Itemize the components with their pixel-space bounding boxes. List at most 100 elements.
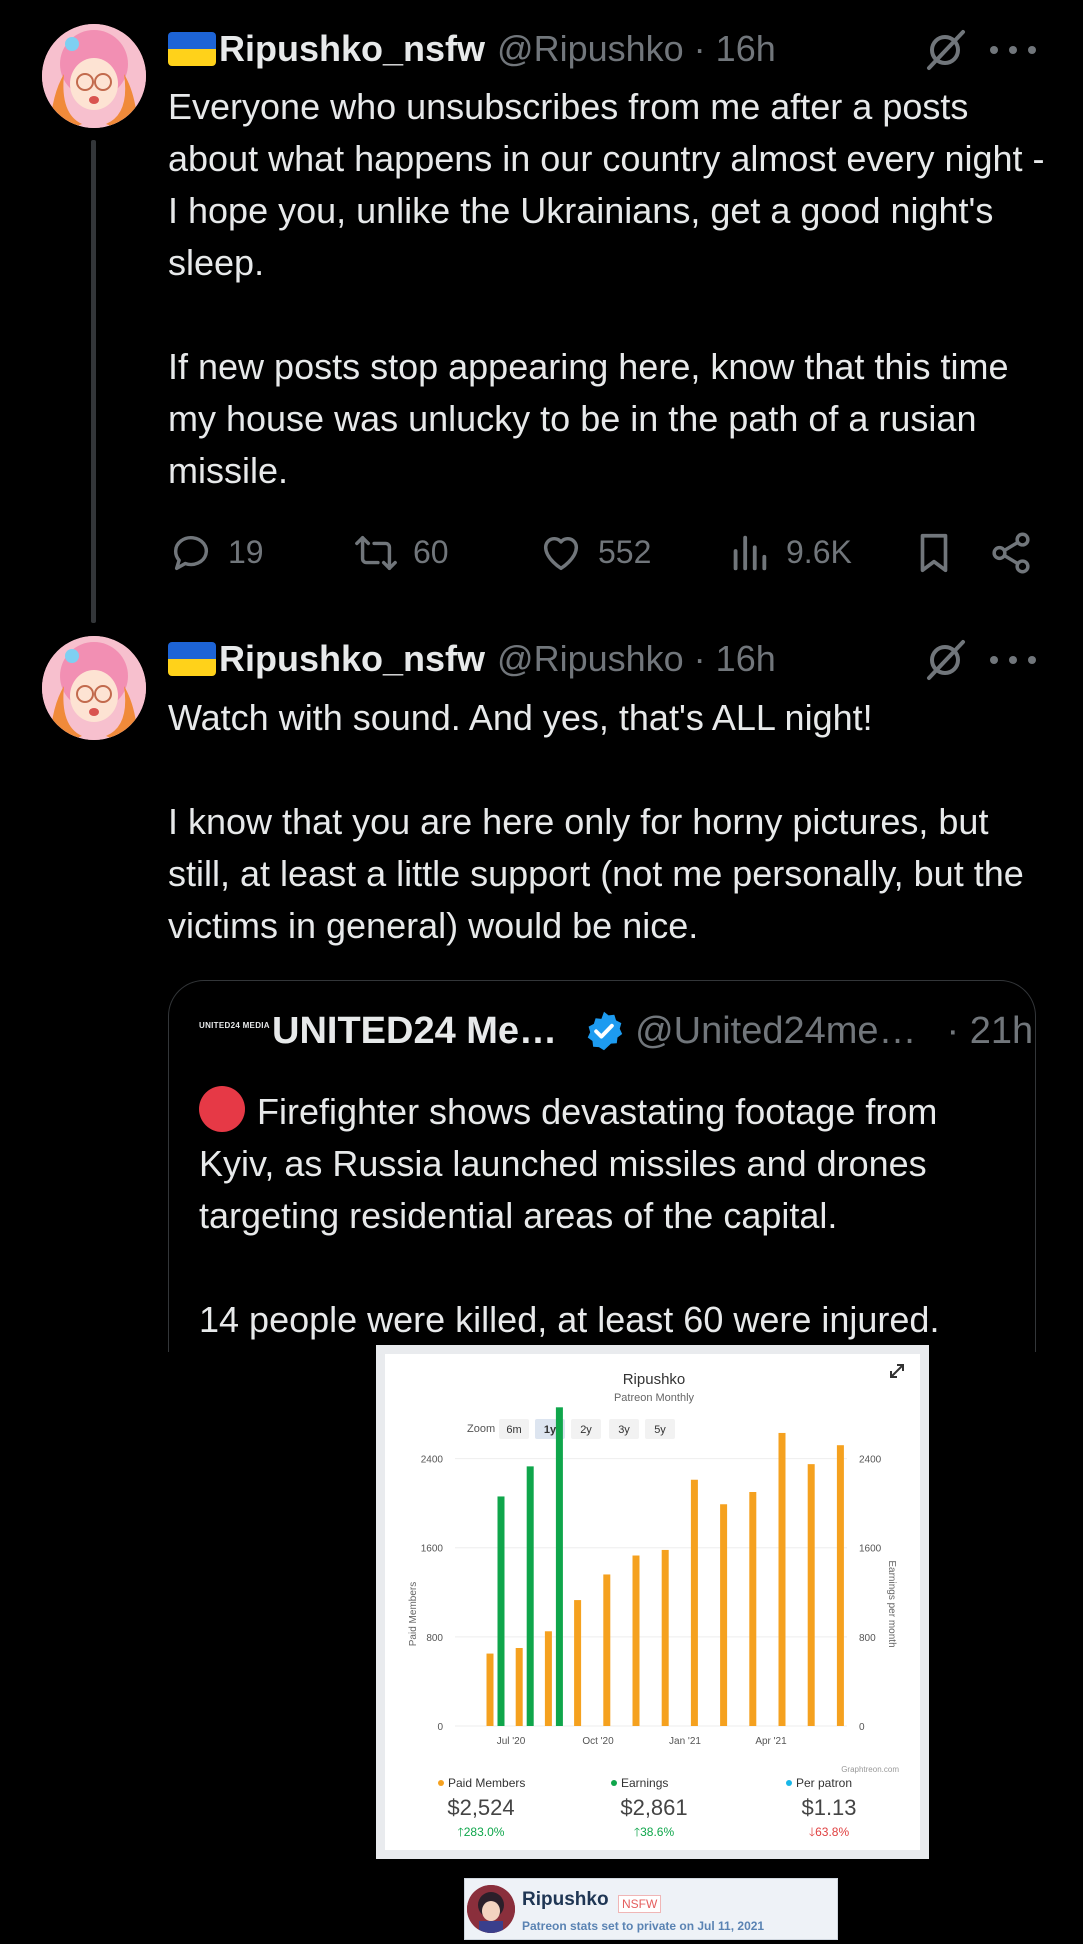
like-button[interactable]: 552 <box>538 525 651 580</box>
tweet-paragraph: If new posts stop appearing here, know t… <box>168 346 1009 491</box>
verified-icon <box>587 1011 623 1051</box>
quote-handle[interactable]: @United24me… <box>635 1010 916 1053</box>
legend-dot <box>438 1780 444 1786</box>
y-tick-right: 0 <box>859 1722 865 1733</box>
bookmark-button[interactable] <box>911 525 971 580</box>
bar-paid-members[interactable] <box>778 1432 786 1726</box>
reply-count: 19 <box>228 534 264 570</box>
patreon-chart-image[interactable]: Ripushko Patreon Monthly Zoom 6m 1y 2y 3y 5y… <box>376 1345 929 1859</box>
zoom-option-label: 2y <box>580 1424 592 1436</box>
grok-icon[interactable] <box>921 26 969 74</box>
ukraine-flag-icon <box>168 32 216 66</box>
legend-label[interactable]: Earnings <box>621 1776 668 1790</box>
tweet-text: Watch with sound. And yes, that's ALL ni… <box>168 692 1048 952</box>
bar-earnings[interactable] <box>497 1496 505 1726</box>
zoom-label: Zoom <box>467 1423 495 1435</box>
profile-name[interactable]: Ripushko <box>522 1889 609 1911</box>
patreon-profile-strip[interactable]: Ripushko NSFW Patreon stats set to priva… <box>464 1878 838 1940</box>
tweet-header: Ripushko_nsfw @Ripushko · 16h <box>168 27 776 71</box>
bar-paid-members[interactable] <box>574 1600 582 1726</box>
change-up: 🡑38.6% <box>634 1825 675 1839</box>
zoom-option-label: 1y <box>544 1424 557 1436</box>
legend-dot <box>786 1780 792 1786</box>
tweet-1[interactable]: Ripushko_nsfw @Ripushko · 16h Everyone w… <box>0 0 1083 623</box>
chart-subtitle: Patreon Monthly <box>614 1392 695 1404</box>
quote-timestamp[interactable]: · 21h <box>947 1010 1034 1053</box>
tweet-paragraph: Everyone who unsubscribes from me after … <box>168 86 1045 283</box>
bar-earnings[interactable] <box>526 1466 534 1726</box>
more-icon[interactable] <box>990 650 1036 670</box>
expand-icon[interactable] <box>888 1362 906 1380</box>
quote-text: Firefighter shows devastating footage fr… <box>199 1086 1019 1346</box>
x-tick-label: Apr '21 <box>755 1736 787 1747</box>
views-count: 9.6K <box>786 534 852 570</box>
views-button[interactable]: 9.6K <box>726 525 852 580</box>
reply-icon <box>173 535 209 570</box>
quote-paragraph: 14 people were killed, at least 60 were … <box>199 1299 940 1340</box>
bar-paid-members[interactable] <box>486 1653 494 1726</box>
bar-paid-members[interactable] <box>515 1648 523 1726</box>
united24-logo[interactable]: UNITED24 MEDIA <box>199 1021 270 1041</box>
profile-note: Patreon stats set to private on Jul 11, … <box>522 1919 765 1933</box>
summary-value: $1.13 <box>801 1795 856 1820</box>
patreon-chart: Ripushko Patreon Monthly Zoom 6m 1y 2y 3y 5y… <box>408 1371 899 1839</box>
x-tick-label: Oct '20 <box>582 1736 614 1747</box>
x-tick-label: Jan '21 <box>669 1736 701 1747</box>
bar-paid-members[interactable] <box>836 1445 844 1726</box>
share-icon <box>992 531 1030 574</box>
bar-paid-members[interactable] <box>632 1555 640 1726</box>
separator: · <box>693 638 706 679</box>
bar-paid-members[interactable] <box>690 1479 698 1726</box>
legend-label[interactable]: Per patron <box>796 1776 852 1790</box>
bar-earnings[interactable] <box>555 1407 563 1726</box>
x-tick-label: Jul '20 <box>497 1736 526 1747</box>
quote-paragraph: Firefighter shows devastating footage fr… <box>199 1086 1019 1242</box>
legend-dot <box>611 1780 617 1786</box>
more-icon[interactable] <box>990 40 1036 60</box>
zoom-option-label: 6m <box>506 1424 521 1436</box>
bar-paid-members[interactable] <box>661 1549 669 1726</box>
bar-paid-members[interactable] <box>749 1492 757 1726</box>
like-icon <box>543 536 579 570</box>
change-down: 🡓63.8% <box>809 1825 850 1839</box>
grok-icon[interactable] <box>921 636 969 684</box>
avatar[interactable] <box>42 24 146 128</box>
bar-paid-members[interactable] <box>544 1631 552 1726</box>
y-tick-left: 2400 <box>421 1455 444 1466</box>
y-tick-right: 2400 <box>859 1455 882 1466</box>
display-name[interactable]: Ripushko_nsfw <box>219 638 485 680</box>
tweet-header: Ripushko_nsfw @Ripushko · 16h <box>168 637 776 681</box>
display-name[interactable]: Ripushko_nsfw <box>219 28 485 70</box>
quote-display-name[interactable]: UNITED24 Me… <box>272 1010 557 1053</box>
bar-paid-members[interactable] <box>720 1504 728 1726</box>
y-tick-left: 1600 <box>421 1544 444 1555</box>
tweet-paragraph: I know that you are here only for horny … <box>168 801 1024 946</box>
y-tick-right: 1600 <box>859 1544 882 1555</box>
zoom-option-label: 5y <box>654 1424 666 1436</box>
timestamp[interactable]: 16h <box>716 28 776 70</box>
handle[interactable]: @Ripushko <box>497 638 684 680</box>
timestamp[interactable]: 16h <box>716 638 776 680</box>
avatar[interactable] <box>42 636 146 740</box>
summary-value: $2,524 <box>447 1795 514 1820</box>
ukraine-flag-icon <box>168 642 216 676</box>
y-tick-left: 0 <box>437 1722 443 1733</box>
nsfw-badge: NSFW <box>618 1895 662 1913</box>
bar-paid-members[interactable] <box>807 1464 815 1726</box>
chart-title: Ripushko <box>623 1371 686 1388</box>
profile-avatar <box>467 1885 515 1933</box>
red-circle-icon <box>199 1086 245 1132</box>
share-button[interactable] <box>988 525 1048 580</box>
y-axis-label-right: Earnings per month <box>886 1560 897 1647</box>
tweet-text: Everyone who unsubscribes from me after … <box>168 81 1048 497</box>
like-count: 552 <box>598 534 652 570</box>
bar-paid-members[interactable] <box>603 1574 611 1726</box>
legend-label[interactable]: Paid Members <box>448 1776 525 1790</box>
reply-button[interactable]: 19 <box>168 525 264 580</box>
repost-count: 60 <box>413 534 449 570</box>
repost-button[interactable]: 60 <box>353 525 449 580</box>
handle[interactable]: @Ripushko <box>497 28 684 70</box>
y-tick-left: 800 <box>426 1633 443 1644</box>
change-up: 🡑283.0% <box>458 1825 505 1839</box>
quoted-tweet[interactable]: UNITED24 MEDIA UNITED24 Me… @United24me…… <box>168 980 1036 1352</box>
